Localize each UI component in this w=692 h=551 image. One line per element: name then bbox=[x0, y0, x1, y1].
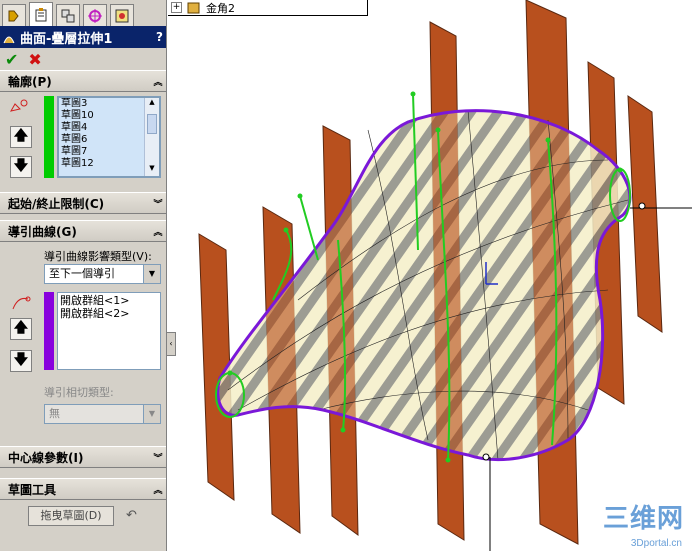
guide-move-up-button[interactable]: 🡅 bbox=[10, 318, 32, 340]
profiles-color-stripe bbox=[44, 96, 54, 178]
manager-tabs bbox=[0, 0, 166, 26]
profile-selection-icon bbox=[10, 99, 28, 112]
connector-point[interactable] bbox=[482, 453, 490, 461]
tab-configuration-manager[interactable] bbox=[56, 4, 80, 26]
sketch-tools-section-header[interactable]: 草圖工具 ︽ bbox=[0, 478, 166, 500]
property-manager-icon bbox=[35, 7, 47, 21]
tree-node-label[interactable]: 金角2 bbox=[206, 0, 235, 16]
watermark-logo: 三维网 bbox=[602, 503, 684, 533]
ok-icon[interactable]: ✔ bbox=[5, 50, 18, 69]
profiles-scrollbar[interactable]: ▲ ▼ bbox=[144, 98, 159, 176]
configuration-manager-icon bbox=[61, 9, 75, 22]
feature-tree-flyout: + 金角2 bbox=[168, 0, 368, 16]
feature-manager-icon bbox=[8, 10, 19, 21]
tangency-type-label: 導引相切類型: bbox=[44, 386, 114, 399]
collapse-chevron-icon[interactable]: ︽ bbox=[150, 225, 166, 238]
tab-property-manager[interactable] bbox=[29, 2, 53, 26]
feature-title-bar: 曲面-疊層拉伸1 ? bbox=[0, 26, 166, 48]
influence-type-label: 導引曲線影響類型(V): bbox=[44, 250, 152, 263]
tab-dimxpert[interactable] bbox=[83, 4, 107, 26]
watermark-url: 3Dportal.cn bbox=[630, 538, 682, 549]
start-end-section-header[interactable]: 起始/終止限制(C) ︾ bbox=[0, 192, 166, 214]
sketch-tools-header-label: 草圖工具 bbox=[8, 482, 57, 497]
guides-list[interactable]: 開啟群組<1> 開啟群組<2> bbox=[57, 292, 161, 370]
cancel-icon[interactable]: ✖ bbox=[28, 50, 41, 69]
part-icon bbox=[187, 2, 200, 13]
guide-selection-icon bbox=[12, 296, 31, 310]
guide-curves-header-label: 導引曲線(G) bbox=[8, 224, 77, 239]
tangency-type-value: 無 bbox=[49, 407, 60, 420]
move-down-button[interactable]: 🡇 bbox=[10, 156, 32, 178]
drag-sketch-button[interactable]: 拖曳草圖(D) bbox=[28, 506, 114, 526]
guide-move-down-button[interactable]: 🡇 bbox=[10, 350, 32, 372]
sketch-tools-section: 拖曳草圖(D) ↶ bbox=[0, 500, 166, 540]
action-bar: ✔ ✖ bbox=[0, 48, 166, 70]
start-end-header-label: 起始/終止限制(C) bbox=[8, 196, 105, 211]
profiles-section: 🡅 🡇 ▲ ▼ 草圖3 草圖10 草圖4 草圖6 草圖7 草圖12 bbox=[0, 92, 166, 192]
guide-curves-section-header[interactable]: 導引曲線(G) ︽ bbox=[0, 220, 166, 242]
centerline-header-label: 中心線參數(I) bbox=[8, 450, 84, 465]
expand-chevron-icon[interactable]: ︾ bbox=[150, 197, 166, 210]
guide-list-item[interactable]: 開啟群組<2> bbox=[58, 308, 160, 321]
collapse-chevron-icon[interactable]: ︽ bbox=[150, 75, 166, 88]
tab-display-manager[interactable] bbox=[110, 4, 134, 26]
profiles-section-header[interactable]: 輪廓(P) ︽ bbox=[0, 70, 166, 92]
tangency-type-select[interactable]: 無 ▼ bbox=[44, 404, 161, 424]
profiles-list[interactable]: ▲ ▼ 草圖3 草圖10 草圖4 草圖6 草圖7 草圖12 bbox=[57, 96, 161, 178]
expand-chevron-icon[interactable]: ︾ bbox=[150, 451, 166, 464]
collapse-chevron-icon[interactable]: ︽ bbox=[150, 483, 166, 496]
guides-color-stripe bbox=[44, 292, 54, 370]
connector-point[interactable] bbox=[638, 202, 646, 210]
feature-title: 曲面-疊層拉伸1 bbox=[20, 31, 113, 47]
graphics-viewport[interactable] bbox=[168, 0, 692, 551]
influence-type-select[interactable]: 至下一個導引 ▼ bbox=[44, 264, 161, 284]
property-manager-panel: 曲面-疊層拉伸1 ? ✔ ✖ 輪廓(P) ︽ 🡅 🡇 ▲ ▼ 草圖3 草圖10 草圖… bbox=[0, 0, 167, 551]
guide-curves-section: 導引曲線影響類型(V): 至下一個導引 ▼ 🡅 🡇 開啟群組<1> 開啟群組<2>… bbox=[0, 242, 166, 432]
centerline-section-header[interactable]: 中心線參數(I) ︾ bbox=[0, 446, 166, 468]
chevron-down-icon: ▼ bbox=[143, 265, 160, 283]
help-icon[interactable]: ? bbox=[156, 30, 163, 44]
move-up-button[interactable]: 🡅 bbox=[10, 126, 32, 148]
display-manager-icon bbox=[115, 9, 129, 22]
dimxpert-icon bbox=[88, 8, 102, 23]
chevron-down-icon: ▼ bbox=[143, 405, 160, 423]
tab-feature-manager[interactable] bbox=[2, 4, 26, 26]
profiles-header-label: 輪廓(P) bbox=[8, 74, 52, 89]
influence-type-value: 至下一個導引 bbox=[49, 267, 115, 280]
undo-icon[interactable]: ↶ bbox=[126, 508, 137, 523]
loft-surface-icon bbox=[3, 36, 15, 44]
tree-expand-icon[interactable]: + bbox=[171, 2, 182, 13]
